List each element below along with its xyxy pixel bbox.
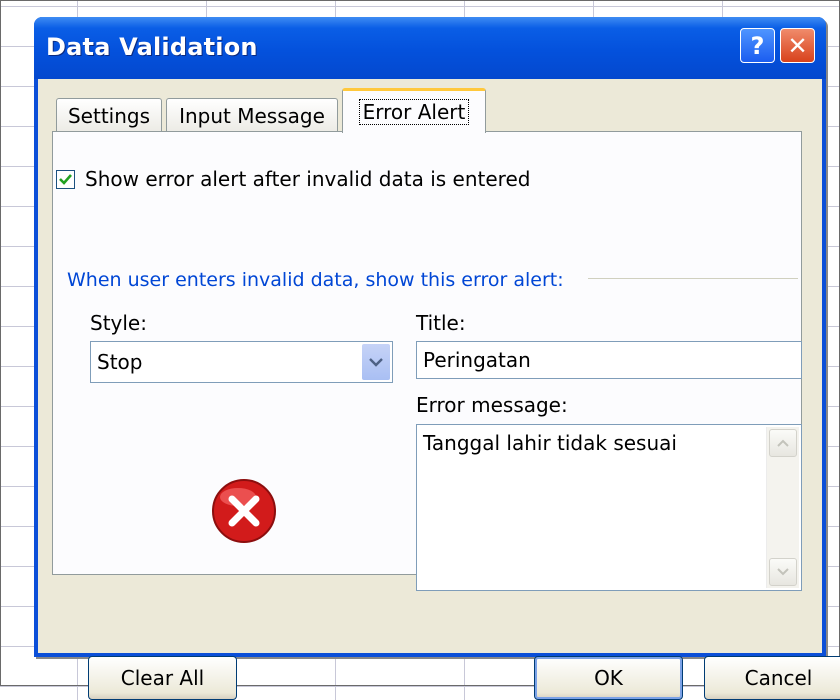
tab-input-message[interactable]: Input Message [166, 98, 338, 132]
error-message-textarea[interactable]: Tanggal lahir tidak sesuai [416, 424, 802, 591]
clear-all-button[interactable]: Clear All [88, 656, 237, 700]
close-button[interactable]: ✕ [780, 28, 815, 63]
title-bar[interactable]: Data Validation ? ✕ [34, 17, 826, 79]
show-error-alert-option[interactable]: Show error alert after invalid data is e… [56, 167, 530, 191]
cancel-label: Cancel [744, 666, 813, 690]
dropdown-arrow-button[interactable] [362, 344, 390, 380]
dialog-client-area: Settings Input Message Error Alert Show … [38, 79, 840, 700]
scroll-down-button[interactable] [769, 558, 797, 586]
chevron-down-icon [369, 358, 383, 367]
clear-all-label: Clear All [120, 666, 205, 690]
style-select[interactable]: Stop [90, 341, 393, 383]
show-error-alert-checkbox[interactable] [56, 169, 75, 189]
error-message-label: Error message: [416, 393, 568, 417]
style-label: Style: [90, 311, 147, 335]
title-input-value: Peringatan [423, 348, 531, 372]
window-title: Data Validation [46, 33, 258, 61]
data-validation-dialog: Data Validation ? ✕ Settings Input Messa… [34, 17, 840, 700]
scroll-up-button[interactable] [769, 429, 797, 457]
stop-error-icon [212, 479, 276, 543]
checkmark-icon [59, 173, 72, 185]
title-label: Title: [416, 311, 466, 335]
tab-error-alert-label: Error Alert [358, 99, 470, 125]
group-heading: When user enters invalid data, show this… [67, 269, 564, 291]
help-button[interactable]: ? [740, 28, 775, 63]
error-message-value: Tanggal lahir tidak sesuai [423, 431, 677, 455]
group-divider [588, 278, 798, 279]
cancel-button[interactable]: Cancel [704, 656, 840, 700]
chevron-up-icon [777, 439, 789, 447]
style-select-value: Stop [97, 350, 143, 374]
ok-label: OK [594, 666, 623, 690]
message-scrollbar[interactable] [766, 427, 799, 588]
show-error-alert-label: Show error alert after invalid data is e… [85, 167, 531, 191]
title-input[interactable]: Peringatan [416, 341, 802, 379]
tab-settings[interactable]: Settings [56, 98, 162, 132]
chevron-down-icon [777, 568, 789, 576]
ok-button[interactable]: OK [534, 656, 683, 700]
tab-error-alert[interactable]: Error Alert [342, 88, 486, 133]
